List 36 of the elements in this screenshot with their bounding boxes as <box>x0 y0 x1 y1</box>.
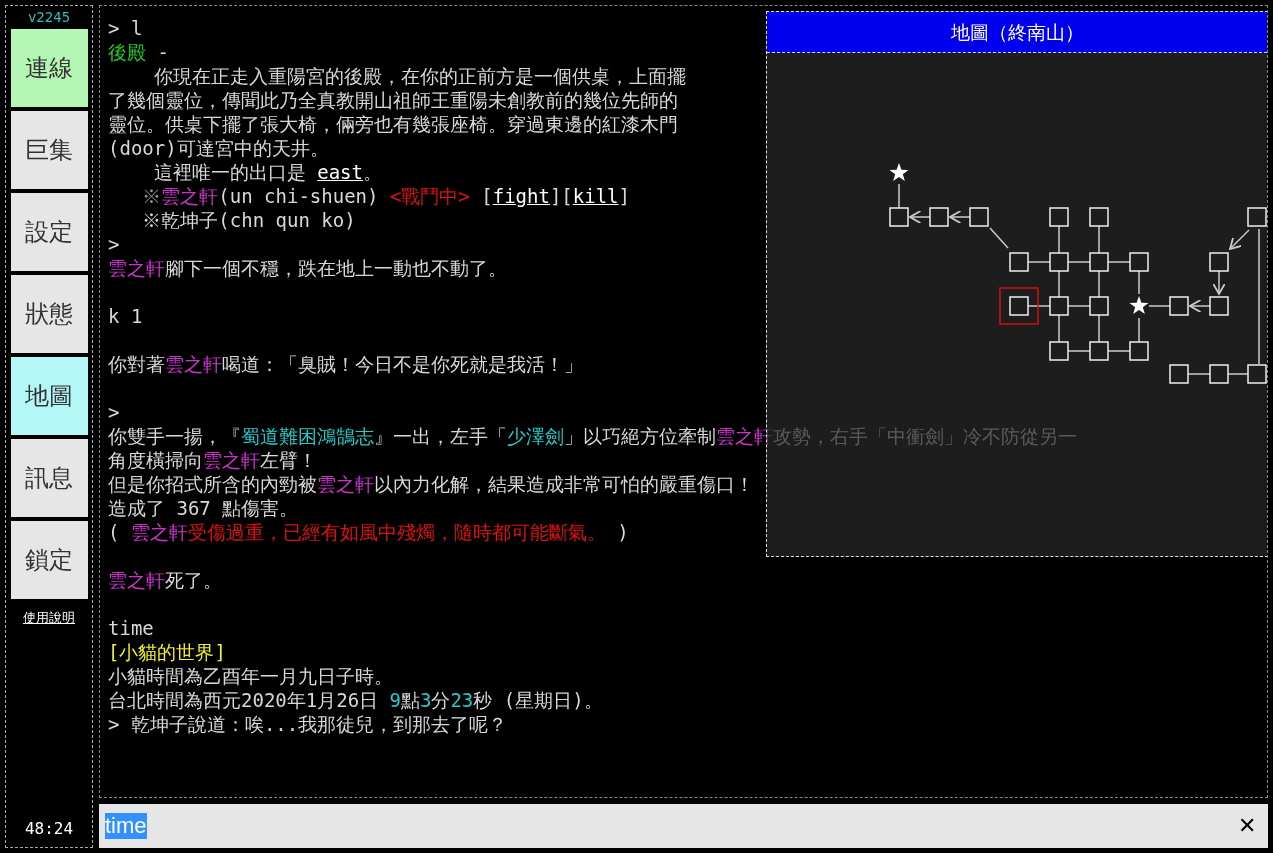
terminal-line: 你現在正走入重陽宮的後殿，在你的正前方是一個供桌，上面擺 <box>152 64 686 88</box>
terminal-line: (door)可達宮中的天井。 <box>108 136 329 160</box>
sidebar-button[interactable]: 連線 <box>10 29 88 107</box>
command-input-field[interactable]: time ✕ <box>99 804 1268 848</box>
help-link[interactable]: 使用說明 <box>23 609 75 627</box>
terminal-line: 台北時間為西元2020年1月26日 9點3分23秒 (星期日)。 <box>108 688 603 712</box>
terminal-line: 造成了 367 點傷害。 <box>108 496 299 520</box>
terminal-line: 雲之軒腳下一個不穩，跌在地上一動也不動了。 <box>108 256 507 280</box>
terminal-line: 後殿 - <box>108 40 169 64</box>
terminal-line: ※雲之軒(un chi-shuen) <戰鬥中> [fight][kill] <box>141 184 630 208</box>
terminal-line: 雲之軒死了。 <box>108 568 222 592</box>
terminal-line: > <box>108 232 120 256</box>
terminal-line: > <box>108 400 120 424</box>
terminal-line: 你對著雲之軒喝道：「臭賊！今日不是你死就是我活！」 <box>108 352 583 376</box>
terminal-line: 這裡唯一的出口是 east。 <box>152 160 382 184</box>
terminal-line: 角度橫掃向 雲之軒左臂！ <box>108 448 317 472</box>
clock-label: 48:24 <box>24 819 74 838</box>
sidebar-button[interactable]: 狀態 <box>10 275 88 353</box>
terminal-line: 靈位。供桌下擺了張大椅，倆旁也有幾張座椅。穿過東邊的紅漆木門 <box>108 112 678 136</box>
version-label: v2245 <box>27 9 71 25</box>
terminal-line: 小貓時間為乙酉年一月九日子時。 <box>108 664 393 688</box>
sidebar-button[interactable]: 地圖 <box>10 357 88 435</box>
map-title: 地圖（終南山） <box>767 12 1267 53</box>
sidebar-button[interactable]: 訊息 <box>10 439 88 517</box>
terminal-line: 了幾個靈位，傳聞此乃全真教開山祖師王重陽未創教前的幾位先師的 <box>108 88 678 112</box>
terminal-line: time <box>108 616 154 640</box>
terminal-line: k 1 <box>108 304 143 328</box>
terminal-line: ( 雲之軒受傷過重，已經有如風中殘燭，隨時都可能斷氣。 ) <box>108 520 629 544</box>
sidebar-button[interactable]: 設定 <box>10 193 88 271</box>
terminal-line: > l <box>108 16 143 40</box>
terminal-line: ※乾坤子(chn qun ko) <box>141 208 356 232</box>
terminal-line: > 乾坤子說道：唉...我那徒兒，到那去了呢？ <box>108 712 508 736</box>
terminal-line: 但是你招式所含的內勁被雲之軒以內力化解，結果造成非常可怕的嚴重傷口！ <box>108 472 754 496</box>
sidebar-button[interactable]: 鎖定 <box>10 521 88 599</box>
terminal-line: [小貓的世界] <box>108 640 226 664</box>
sidebar-button[interactable]: 巨集 <box>10 111 88 189</box>
